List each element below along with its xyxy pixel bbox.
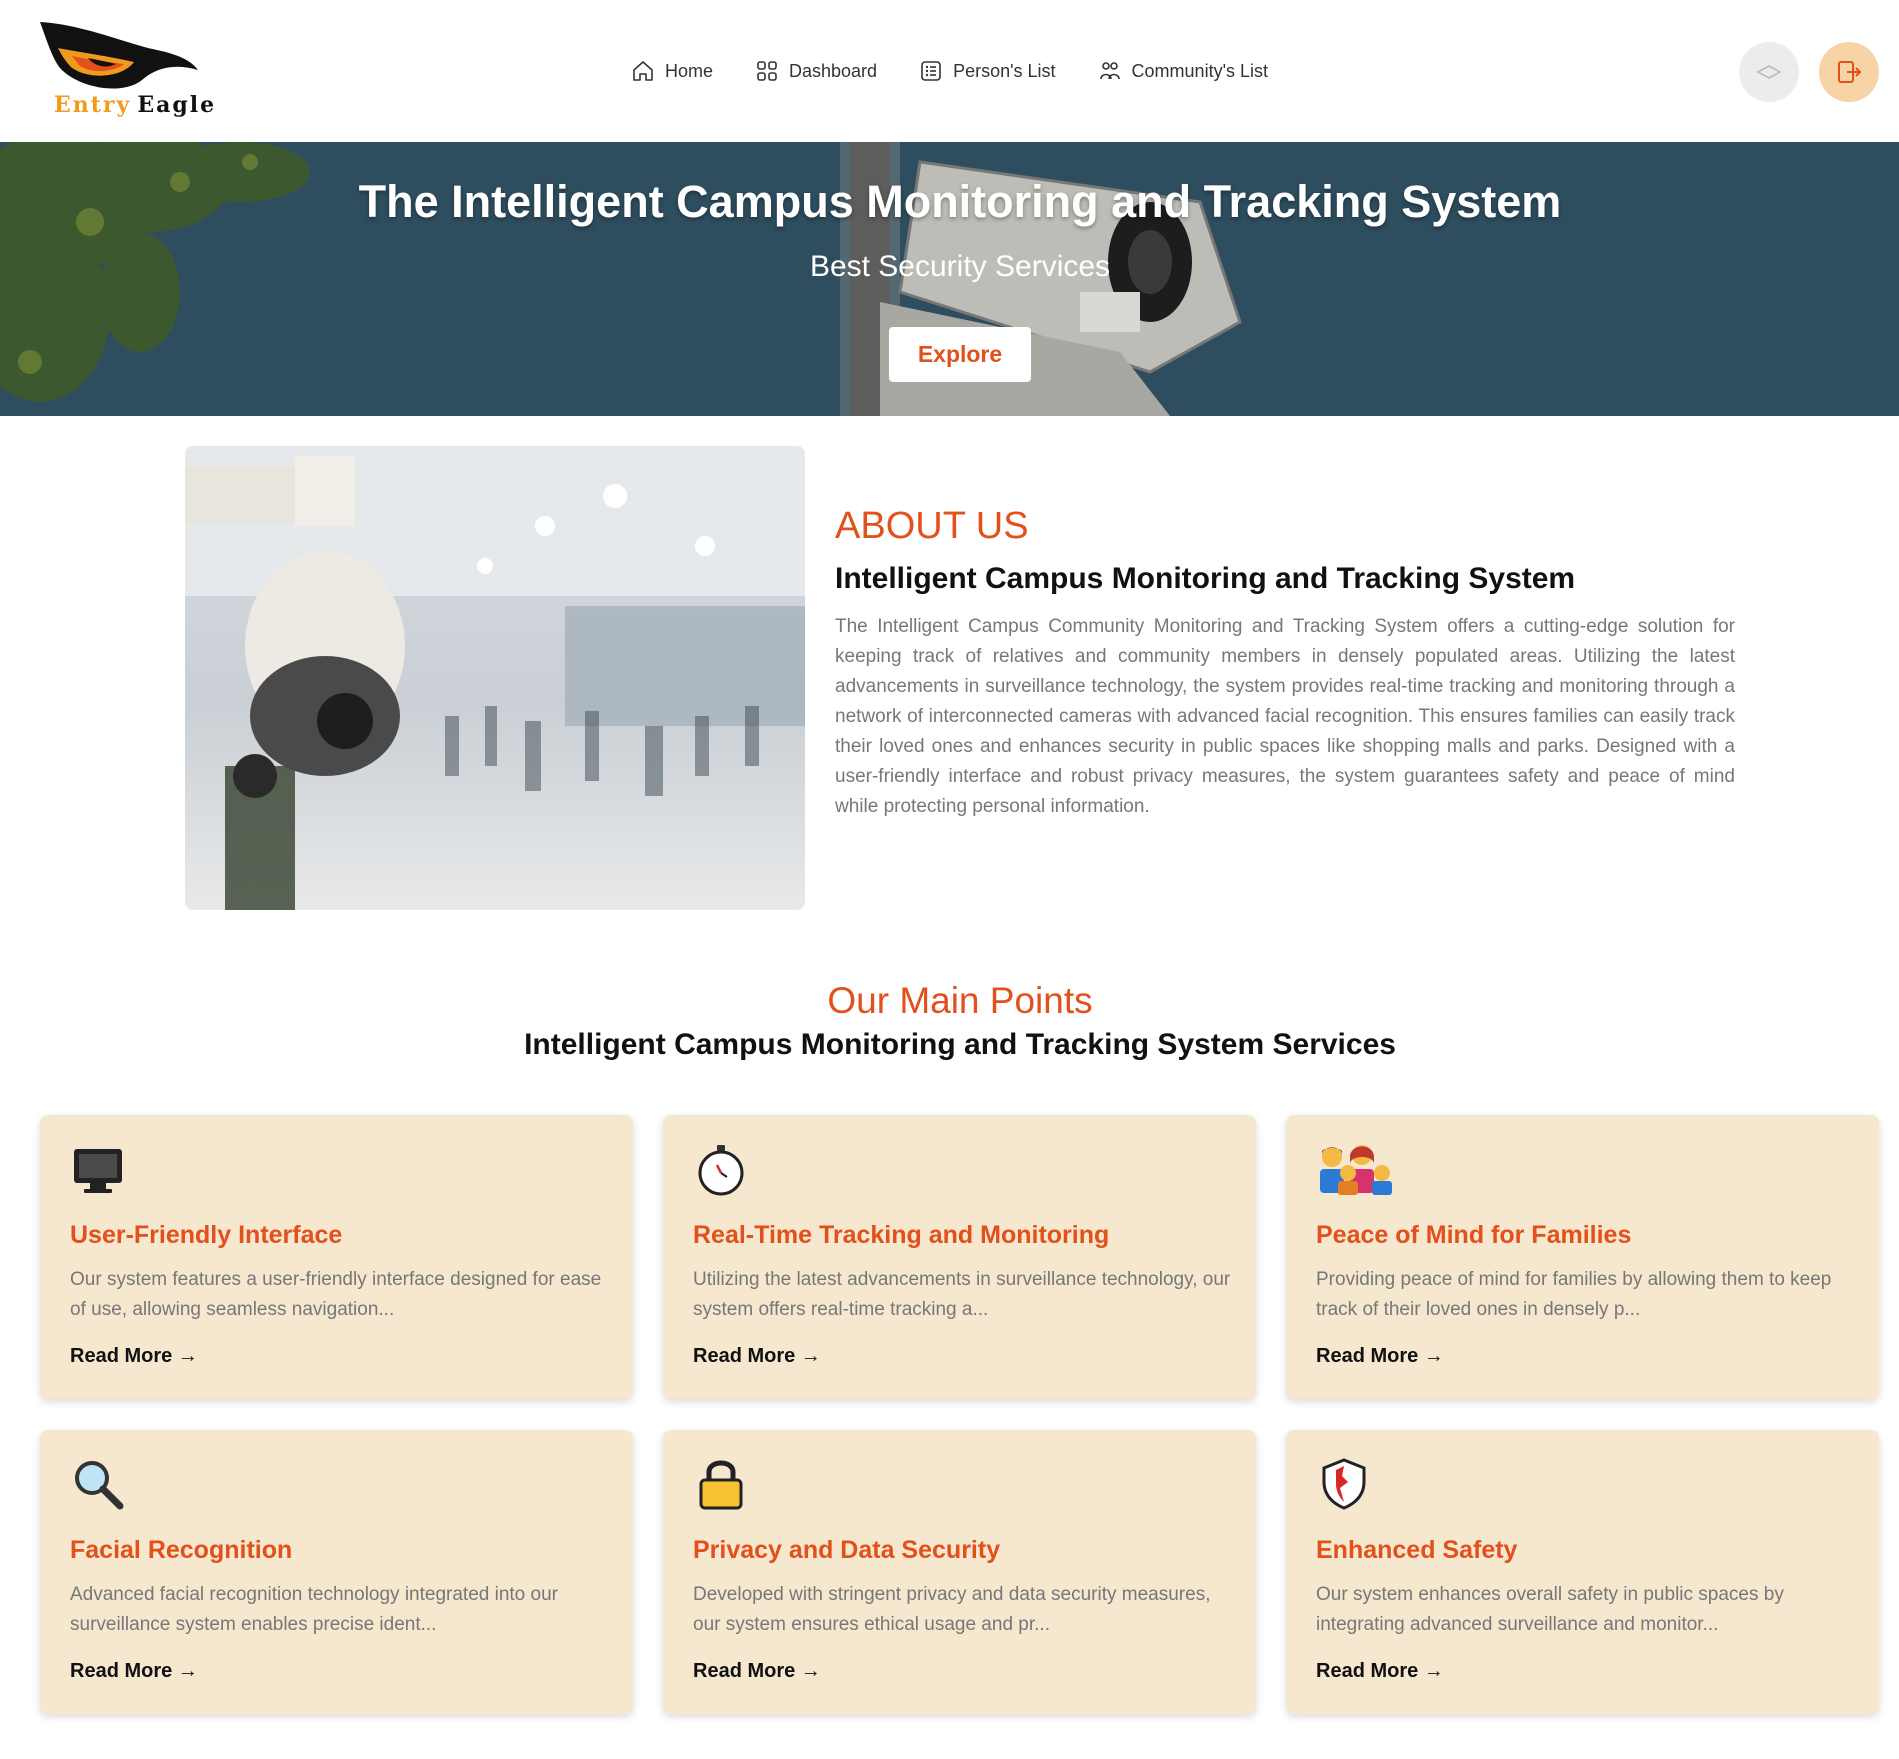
about-camera-image bbox=[185, 446, 805, 910]
feature-card-real-time: Real-Time Tracking and Monitoring Utiliz… bbox=[663, 1115, 1256, 1399]
feature-card-safety: Enhanced Safety Our system enhances over… bbox=[1286, 1430, 1879, 1714]
feature-card-text: Utilizing the latest advancements in sur… bbox=[693, 1269, 1231, 1320]
nav-communitys-list[interactable]: Community's List bbox=[1077, 52, 1289, 90]
family-icon bbox=[1320, 1145, 1392, 1195]
nav-dashboard[interactable]: Dashboard bbox=[734, 52, 898, 90]
about-description: The Intelligent Campus Community Monitor… bbox=[835, 616, 1735, 817]
read-more-link[interactable]: Read More → bbox=[70, 1345, 198, 1368]
feature-card-title: Peace of Mind for Families bbox=[1316, 1221, 1632, 1249]
nav-persons-list[interactable]: Person's List bbox=[898, 52, 1076, 90]
explore-button[interactable]: Explore bbox=[889, 327, 1031, 382]
theme-toggle-button[interactable] bbox=[1739, 42, 1799, 102]
home-icon bbox=[633, 61, 653, 81]
feature-card-title: Facial Recognition bbox=[70, 1536, 293, 1564]
read-more-link[interactable]: Read More → bbox=[693, 1660, 821, 1683]
main-nav: Home Dashboard Person's List Community's… bbox=[0, 52, 1899, 90]
feature-card-families: Peace of Mind for Families Providing pea… bbox=[1286, 1115, 1879, 1399]
feature-card-title: Real-Time Tracking and Monitoring bbox=[693, 1221, 1110, 1249]
read-more-link[interactable]: Read More → bbox=[693, 1345, 821, 1368]
feature-card-text: Providing peace of mind for families by … bbox=[1316, 1269, 1832, 1320]
feature-card-text: Developed with stringent privacy and dat… bbox=[693, 1584, 1211, 1635]
hero-title: The Intelligent Campus Monitoring and Tr… bbox=[358, 176, 1562, 227]
logout-button[interactable] bbox=[1819, 42, 1879, 102]
feature-card-privacy: Privacy and Data Security Developed with… bbox=[663, 1430, 1256, 1714]
lock-icon bbox=[699, 1460, 743, 1510]
points-title: Intelligent Campus Monitoring and Tracki… bbox=[524, 1028, 1396, 1061]
logo-word-entry: Entry bbox=[54, 92, 132, 118]
nav-communitys-list-label: Community's List bbox=[1131, 60, 1269, 81]
points-kicker: Our Main Points bbox=[827, 980, 1093, 1021]
logo-wordmark: Entry Eagle bbox=[54, 92, 216, 118]
logo-word-eagle: Eagle bbox=[137, 92, 217, 118]
stopwatch-icon bbox=[698, 1145, 744, 1196]
theme-toggle-icon bbox=[1756, 65, 1782, 79]
list-icon bbox=[921, 61, 941, 81]
nav-home-label: Home bbox=[664, 60, 713, 81]
shield-icon bbox=[1322, 1458, 1366, 1510]
navbar: Entry Eagle Home Dashboard Person's List … bbox=[0, 0, 1899, 142]
nav-persons-list-label: Person's List bbox=[953, 60, 1056, 81]
magnifier-icon bbox=[75, 1461, 124, 1510]
read-more-link[interactable]: Read More → bbox=[70, 1660, 198, 1683]
dashboard-grid-icon bbox=[757, 61, 777, 81]
feature-card-title: Privacy and Data Security bbox=[693, 1536, 1001, 1564]
nav-dashboard-label: Dashboard bbox=[789, 60, 878, 81]
people-icon bbox=[1099, 62, 1120, 80]
read-more-link[interactable]: Read More → bbox=[1316, 1345, 1444, 1368]
monitor-icon bbox=[74, 1149, 122, 1193]
hero-banner: The Intelligent Campus Monitoring and Tr… bbox=[0, 142, 1899, 416]
feature-card-user-friendly: User-Friendly Interface Our system featu… bbox=[40, 1115, 633, 1399]
feature-card-facial-recognition: Facial Recognition Advanced facial recog… bbox=[40, 1430, 633, 1714]
about-title: Intelligent Campus Monitoring and Tracki… bbox=[835, 562, 1576, 595]
about-kicker: ABOUT US bbox=[835, 505, 1029, 547]
feature-card-text: Our system enhances overall safety in pu… bbox=[1316, 1584, 1784, 1635]
feature-card-title: User-Friendly Interface bbox=[70, 1221, 343, 1249]
hero-subtitle: Best Security Services bbox=[809, 250, 1111, 283]
logout-icon bbox=[1838, 61, 1862, 83]
feature-card-text: Our system features a user-friendly inte… bbox=[70, 1269, 602, 1320]
read-more-link[interactable]: Read More → bbox=[1316, 1660, 1444, 1683]
feature-card-text: Advanced facial recognition technology i… bbox=[70, 1584, 558, 1635]
nav-home[interactable]: Home bbox=[610, 52, 734, 90]
dome-camera-mall-image bbox=[185, 446, 805, 910]
feature-card-title: Enhanced Safety bbox=[1316, 1536, 1518, 1564]
